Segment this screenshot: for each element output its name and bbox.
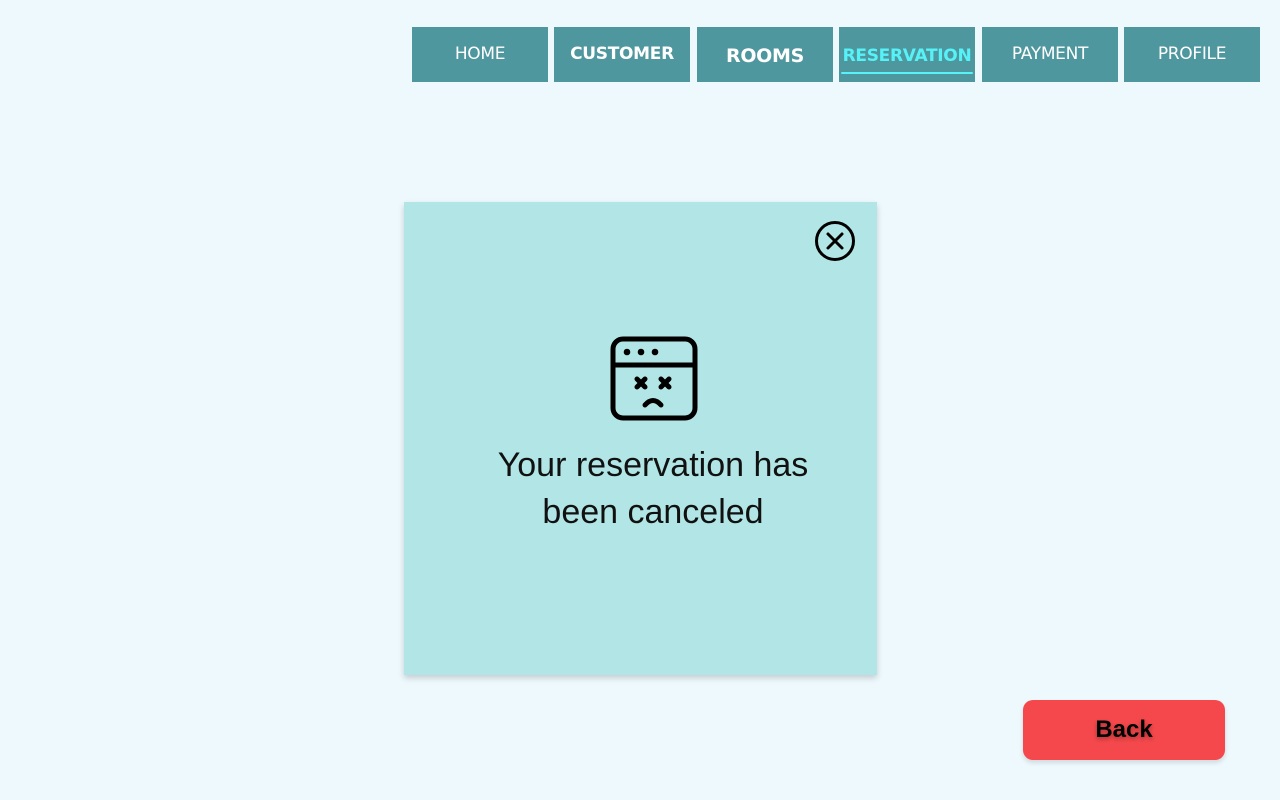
message-line-2: been canceled: [542, 493, 764, 531]
tab-profile[interactable]: PROFILE: [1124, 27, 1260, 82]
close-button[interactable]: [814, 220, 856, 262]
active-tab-underline: [840, 71, 974, 74]
tab-payment[interactable]: PAYMENT: [982, 27, 1118, 82]
tab-customer-label: CUSTOMER: [570, 43, 674, 64]
tab-rooms[interactable]: ROOMS: [697, 27, 833, 82]
back-button[interactable]: Back: [1023, 700, 1225, 760]
close-circle-icon: [815, 221, 855, 261]
tab-rooms-label: ROOMS: [725, 44, 805, 67]
browser-error-icon: [610, 336, 698, 422]
tab-home-label: HOME: [454, 43, 506, 64]
tab-reservation-label: RESERVATION: [842, 45, 972, 66]
cancellation-dialog: Your reservation has been canceled: [404, 202, 877, 675]
tab-payment-label: PAYMENT: [1011, 43, 1089, 64]
tab-customer[interactable]: CUSTOMER: [554, 27, 690, 82]
message-line-1: Your reservation has: [497, 446, 809, 484]
tab-profile-label: PROFILE: [1157, 43, 1227, 64]
tab-reservation[interactable]: RESERVATION: [839, 27, 975, 82]
cancellation-message: Your reservation has been canceled: [404, 442, 902, 536]
top-navigation: HOME CUSTOMER ROOMS RESERVATION PAYMENT …: [412, 27, 1260, 82]
tab-home[interactable]: HOME: [412, 27, 548, 82]
